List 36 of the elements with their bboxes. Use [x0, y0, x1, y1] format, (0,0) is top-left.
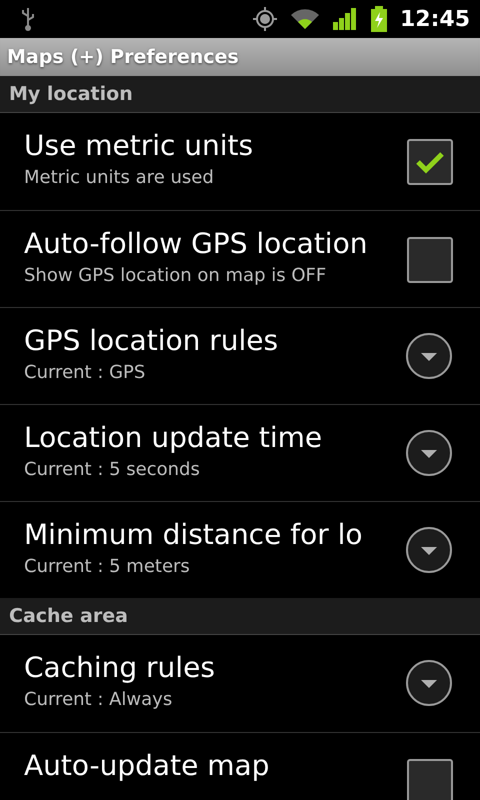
preference-summary: Show GPS location on map is OFF: [24, 264, 328, 286]
preference-summary: Current : 5 seconds: [24, 458, 201, 480]
category-title: Cache area: [9, 605, 128, 627]
clock: 12:45: [400, 6, 470, 32]
gps-icon: [252, 6, 278, 32]
preference-row[interactable]: Auto-follow GPS location Show GPS location on map is OFF: [0, 210, 480, 307]
window-title: Maps (+) Preferences: [7, 46, 239, 68]
preference-title: Minimum distance for lo: [24, 518, 364, 552]
preference-title: GPS location rules: [24, 324, 280, 358]
preference-row[interactable]: GPS location rules Current : GPS: [0, 307, 480, 404]
category-title: My location: [9, 83, 133, 105]
dropdown-icon[interactable]: [405, 659, 453, 707]
preference-title: Use metric units: [24, 129, 254, 163]
preference-title: Auto-follow GPS location: [24, 227, 368, 261]
preference-summary: Metric units are used: [24, 166, 215, 188]
preference-row[interactable]: Auto-update map: [0, 732, 480, 800]
signal-icon: [332, 8, 358, 30]
preference-summary: Current : Always: [24, 688, 174, 710]
dropdown-icon[interactable]: [405, 526, 453, 574]
preference-row[interactable]: Caching rules Current : Always: [0, 635, 480, 732]
preference-row[interactable]: Use metric units Metric units are used: [0, 113, 480, 210]
checkbox[interactable]: [407, 759, 453, 800]
dropdown-icon[interactable]: [405, 332, 453, 380]
usb-icon: [20, 6, 36, 32]
preference-row[interactable]: Location update time Current : 5 seconds: [0, 404, 480, 501]
preference-summary: Current : 5 meters: [24, 556, 191, 577]
dropdown-icon[interactable]: [405, 429, 453, 477]
preference-title: Caching rules: [24, 651, 216, 685]
preference-summary: Current : GPS: [24, 362, 146, 383]
battery-charging-icon: [370, 6, 388, 32]
preference-title: Auto-update map: [24, 749, 270, 783]
preference-title: Location update time: [24, 421, 324, 455]
checkbox[interactable]: [407, 139, 453, 185]
checkbox[interactable]: [407, 237, 453, 283]
wifi-icon: [290, 8, 320, 30]
check-icon: [415, 150, 445, 174]
